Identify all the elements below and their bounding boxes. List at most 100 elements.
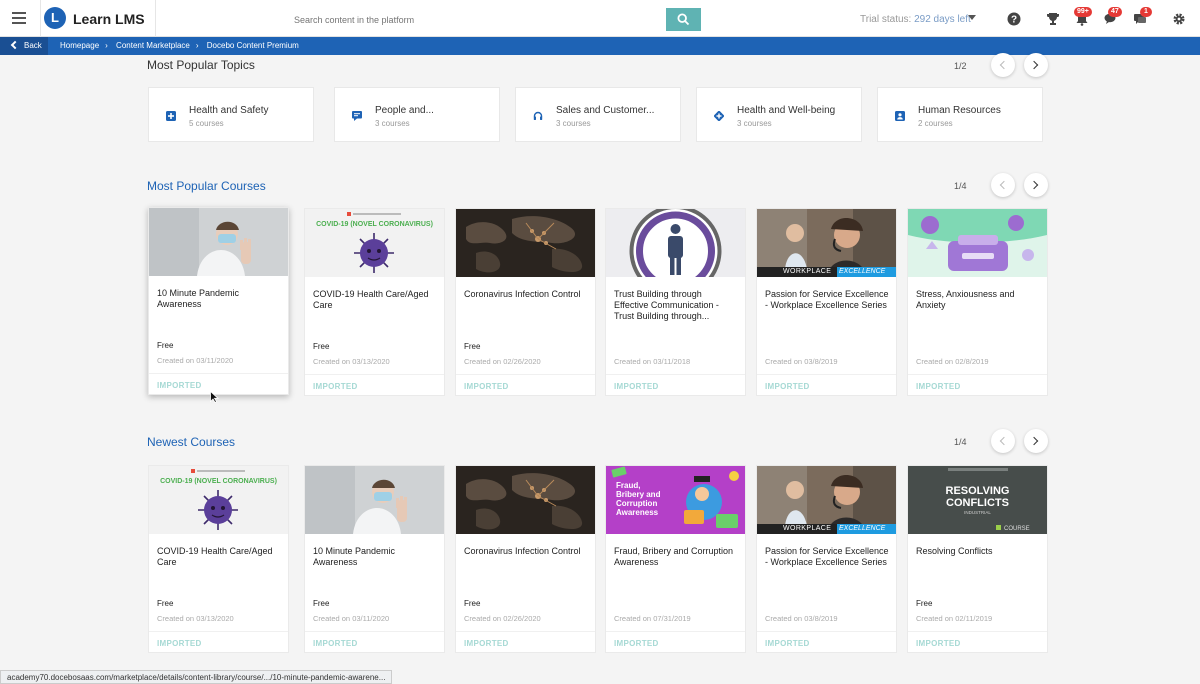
course-title[interactable]: Coronavirus Infection Control [464,546,588,557]
chat-badge: 1 [1140,7,1152,17]
course-thumbnail[interactable]: COVID-19 (NOVEL CORONAVIRUS) [149,466,288,534]
course-card[interactable]: COVID-19 (NOVEL CORONAVIRUS) COVID-19 He… [148,465,289,653]
newest-courses-title: Newest Courses [147,435,236,449]
card-divider [456,374,595,375]
course-thumbnail[interactable] [908,209,1047,277]
course-created-date: Created on 03/11/2020 [313,614,390,623]
search-input[interactable] [286,8,666,31]
newest-next-button[interactable] [1024,429,1048,453]
course-title[interactable]: COVID-19 Health Care/Aged Care [313,289,437,311]
trophy-icon[interactable] [1046,12,1060,26]
topic-name: Health and Safety [189,105,269,116]
topics-prev-button[interactable] [991,53,1015,77]
gear-icon[interactable] [1172,12,1186,26]
course-card[interactable]: Fraud, Bribery and Corruption Awareness Fr… [605,465,746,653]
topic-count: 3 courses [375,119,410,128]
course-title[interactable]: 10 Minute Pandemic Awareness [313,546,437,568]
course-card[interactable]: 10 Minute Pandemic Awareness Free Create… [148,207,289,395]
svg-text:COVID-19 (NOVEL CORONAVIRUS): COVID-19 (NOVEL CORONAVIRUS) [160,478,277,485]
topic-card[interactable]: Health and Safety 5 courses [148,87,314,142]
course-card[interactable]: Coronavirus Infection Control Free Creat… [455,208,596,396]
topic-card[interactable]: Sales and Customer... 3 courses [515,87,681,142]
course-created-date: Created on 02/11/2019 [916,614,993,623]
course-thumbnail[interactable]: WORKPLACE EXCELLENCE [757,466,896,534]
banner-text: EXCELLENCE [837,524,896,534]
chevron-right-icon [1029,180,1039,190]
card-divider [908,374,1047,375]
topic-card[interactable]: Human Resources 2 courses [877,87,1043,142]
course-thumbnail[interactable] [456,209,595,277]
topic-count: 5 courses [189,119,224,128]
course-price: Free [916,599,933,608]
caret-down-icon[interactable] [968,15,976,20]
course-thumbnail[interactable] [149,208,288,276]
top-header: L Learn LMS Trial status: 292 days left … [0,0,1200,37]
course-title[interactable]: Passion for Service Excellence - Workpla… [765,546,889,568]
brand[interactable]: L Learn LMS [40,0,156,37]
card-divider [456,631,595,632]
svg-text:CONFLICTS: CONFLICTS [946,497,1009,509]
course-thumbnail-doctor [305,466,444,534]
course-title[interactable]: Resolving Conflicts [916,546,1040,557]
popular-pager-count: 1/4 [954,181,967,191]
breadcrumb-item-homepage[interactable]: Homepage [60,41,99,50]
card-divider [305,631,444,632]
breadcrumb-separator: › [195,41,199,50]
course-thumbnail[interactable] [305,466,444,534]
course-thumbnail[interactable]: COVID-19 (NOVEL CORONAVIRUS) [305,209,444,277]
course-title[interactable]: Fraud, Bribery and Corruption Awareness [614,546,738,568]
card-divider [149,631,288,632]
course-thumbnail[interactable] [606,209,745,277]
course-thumbnail[interactable]: RESOLVING CONFLICTS INDUSTRIAL COURSE [908,466,1047,534]
hamburger-menu-icon[interactable] [12,12,26,24]
topic-name: Human Resources [918,105,1001,116]
search-button[interactable] [666,8,701,31]
course-title[interactable]: Coronavirus Infection Control [464,289,588,300]
course-thumbnail-map [456,466,595,534]
course-thumbnail[interactable]: Fraud, Bribery and Corruption Awareness [606,466,745,534]
course-card[interactable]: RESOLVING CONFLICTS INDUSTRIAL COURSE Re… [907,465,1048,653]
course-card[interactable]: COVID-19 (NOVEL CORONAVIRUS) COVID-19 He… [304,208,445,396]
imported-tag: IMPORTED [916,639,961,648]
popular-next-button[interactable] [1024,173,1048,197]
card-divider [757,374,896,375]
topics-next-button[interactable] [1024,53,1048,77]
id-badge-icon [895,111,905,121]
course-thumbnail[interactable] [456,466,595,534]
course-title[interactable]: Stress, Anxiousness and Anxiety [916,289,1040,311]
course-created-date: Created on 02/8/2019 [916,357,989,366]
messages-badge: 47 [1108,7,1122,17]
course-card[interactable]: Coronavirus Infection Control Free Creat… [455,465,596,653]
popular-prev-button[interactable] [991,173,1015,197]
newest-prev-button[interactable] [991,429,1015,453]
topic-count: 3 courses [556,119,591,128]
breadcrumb-separator: › [105,41,108,50]
topics-pager-count: 1/2 [954,61,967,71]
imported-tag: IMPORTED [916,382,961,391]
course-title[interactable]: COVID-19 Health Care/Aged Care [157,546,281,568]
breadcrumb-item-marketplace[interactable]: Content Marketplace [116,41,190,50]
course-card[interactable]: WORKPLACE EXCELLENCE Passion for Service… [756,465,897,653]
trial-status[interactable]: Trial status: 292 days left [860,14,971,25]
course-thumbnail-conflicts: RESOLVING CONFLICTS INDUSTRIAL COURSE [908,466,1047,534]
svg-text:COVID-19 (NOVEL CORONAVIRUS): COVID-19 (NOVEL CORONAVIRUS) [316,221,433,228]
imported-tag: IMPORTED [765,639,810,648]
course-title[interactable]: Passion for Service Excellence - Workpla… [765,289,889,311]
course-card[interactable]: Trust Building through Effective Communi… [605,208,746,396]
course-price: Free [313,342,330,351]
back-button[interactable]: Back [0,37,48,55]
course-title[interactable]: Trust Building through Effective Communi… [614,289,738,322]
card-divider [606,374,745,375]
banner-text: WORKPLACE [783,525,832,532]
course-price: Free [464,342,481,351]
course-card[interactable]: Stress, Anxiousness and Anxiety Created … [907,208,1048,396]
course-card[interactable]: WORKPLACE EXCELLENCE Passion for Service… [756,208,897,396]
brand-name: Learn LMS [73,11,145,27]
course-thumbnail[interactable]: WORKPLACE EXCELLENCE [757,209,896,277]
topic-card[interactable]: Health and Well-being 3 courses [696,87,862,142]
course-title[interactable]: 10 Minute Pandemic Awareness [157,288,281,310]
status-bar-url: academy70.docebosaas.com/marketplace/det… [0,670,393,684]
course-card[interactable]: 10 Minute Pandemic Awareness Free Create… [304,465,445,653]
topic-card[interactable]: People and... 3 courses [334,87,500,142]
help-icon[interactable]: ? [1007,12,1021,26]
